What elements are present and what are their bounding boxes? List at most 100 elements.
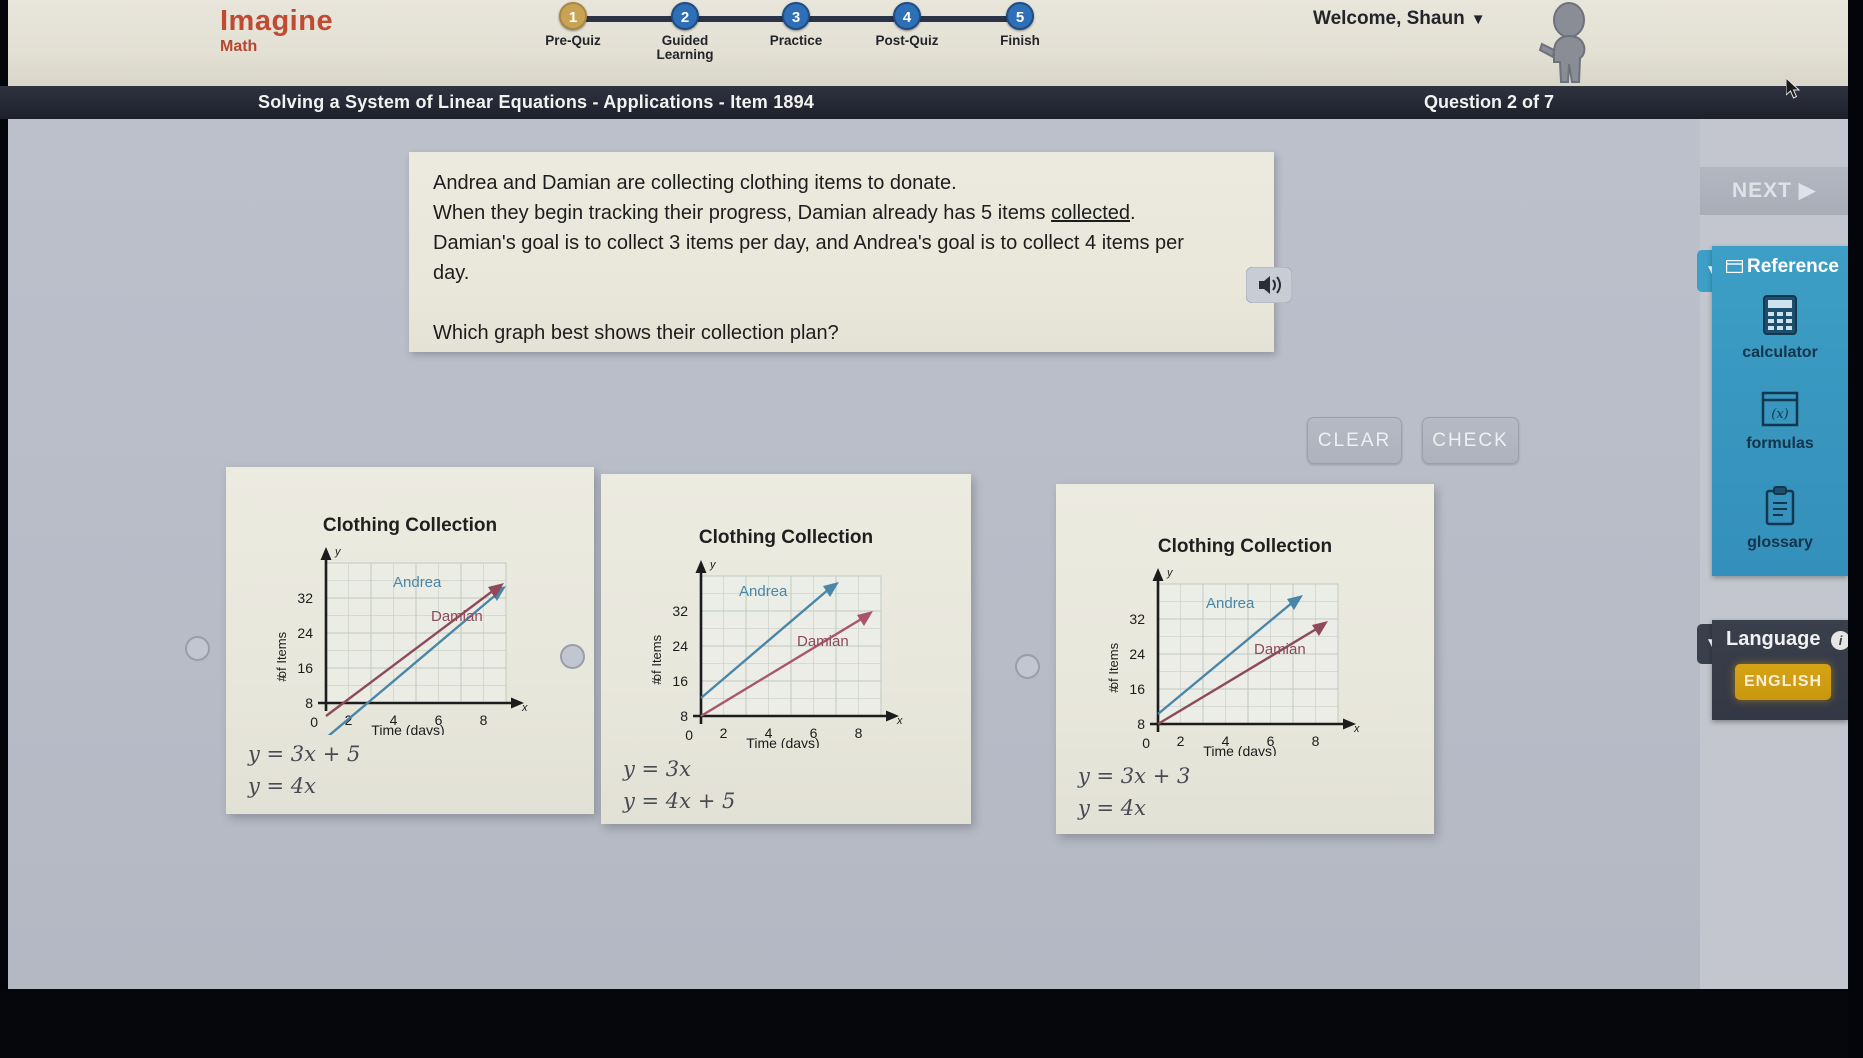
next-arrow-icon: ▶ [1798, 179, 1816, 202]
avatar-figure-icon [1538, 2, 1586, 83]
svg-text:8: 8 [680, 708, 688, 724]
svg-text:Damian: Damian [797, 633, 849, 650]
svg-text:x: x [521, 702, 528, 714]
brand-name-line1: Imagine [220, 5, 334, 37]
reference-label: Reference [1747, 256, 1839, 277]
svg-text:Time (days): Time (days) [746, 735, 819, 748]
svg-text:8: 8 [1137, 716, 1145, 732]
window-icon [1725, 259, 1744, 274]
brand-name-line2: Math [220, 38, 258, 55]
chart-title-c: Clothing Collection [1157, 536, 1333, 557]
svg-text:16: 16 [672, 673, 688, 689]
chart-b: y x 32 24 16 8 0 2 4 6 8 Andrea Damian #… [649, 559, 903, 748]
step-5-label: Finish [1000, 33, 1040, 48]
svg-text:2: 2 [1177, 733, 1185, 749]
next-button[interactable]: NEXT ▶ [1700, 167, 1848, 215]
answer-card-c[interactable]: Clothing Collection y x 32 24 16 8 0 2 4… [1056, 484, 1434, 834]
svg-text:32: 32 [672, 603, 688, 619]
answer-card-a[interactable]: Clothing Collection y x 32 24 16 8 0 4 6… [226, 467, 594, 814]
app-logo: Imagine Math [220, 6, 333, 58]
svg-text:16: 16 [297, 660, 313, 676]
svg-text:x: x [896, 715, 903, 727]
svg-text:24: 24 [297, 625, 313, 641]
welcome-menu[interactable]: Welcome, Shaun ▼ [1313, 8, 1486, 30]
svg-text:y: y [709, 559, 717, 571]
mouse-cursor [1785, 76, 1804, 102]
svg-text:of Items: of Items [649, 634, 664, 681]
svg-text:Damian: Damian [431, 608, 483, 625]
tool-calculator[interactable]: calculator [1712, 294, 1848, 362]
chart-a: y x 32 24 16 8 0 2 4 6 8 [274, 546, 528, 735]
svg-text:x: x [1353, 723, 1360, 735]
svg-text:Time (days): Time (days) [1203, 743, 1276, 756]
radio-choice-c[interactable] [1015, 654, 1040, 679]
svg-text:Andrea: Andrea [739, 583, 788, 600]
step-4-number: 4 [893, 2, 921, 30]
step-1-label: Pre-Quiz [545, 33, 601, 48]
step-pre-quiz[interactable]: 1 Pre-Quiz [528, 2, 618, 48]
step-3-label: Practice [769, 33, 823, 48]
screen-bottom-bezel [0, 989, 1863, 1058]
svg-text:8: 8 [1312, 733, 1320, 749]
svg-text:of Items: of Items [274, 631, 289, 678]
svg-text:0: 0 [1142, 735, 1150, 751]
tool-glossary[interactable]: glossary [1712, 486, 1848, 552]
answer-card-b[interactable]: Clothing Collection y x 32 24 16 8 0 2 4… [601, 474, 971, 824]
svg-text:8: 8 [305, 695, 313, 711]
step-post-quiz[interactable]: 4 Post-Quiz [862, 2, 952, 48]
equation-a-2: y = 4x [248, 774, 317, 798]
step-1-number: 1 [559, 2, 587, 30]
step-finish[interactable]: 5 Finish [975, 2, 1065, 48]
question-workspace: Andrea and Damian are collecting clothin… [0, 119, 1863, 989]
audio-speaker-icon [1245, 266, 1293, 304]
step-guided-learning[interactable]: 2 Guided Learning [640, 2, 730, 62]
language-panel: Language i ENGLISH [1712, 620, 1850, 720]
avatar[interactable] [1528, 0, 1602, 86]
svg-text:24: 24 [672, 638, 688, 654]
next-label: NEXT [1731, 179, 1792, 202]
svg-text:Andrea: Andrea [393, 574, 442, 591]
equation-b-2: y = 4x + 5 [623, 789, 736, 813]
tool-glossary-label: glossary [1747, 534, 1813, 551]
radio-choice-a[interactable] [185, 636, 210, 661]
clear-button[interactable]: CLEAR [1307, 417, 1402, 464]
prompt-line-3: Damian's goal is to collect 3 items per … [433, 232, 1184, 254]
chart-c: y x 32 24 16 8 0 2 4 6 8 Andrea Damian #… [1106, 567, 1360, 756]
equation-c-1: y = 3x + 3 [1078, 764, 1191, 788]
prompt-line-2-b: . [1130, 202, 1136, 224]
step-practice[interactable]: 3 Practice [751, 2, 841, 48]
audio-speaker-button[interactable] [1245, 266, 1293, 304]
question-prompt-card: Andrea and Damian are collecting clothin… [409, 152, 1274, 352]
svg-text:16: 16 [1129, 681, 1145, 697]
radio-choice-b[interactable] [560, 644, 585, 669]
step-2-number: 2 [671, 2, 699, 30]
prompt-question: Which graph best shows their collection … [433, 322, 839, 344]
svg-text:0: 0 [310, 714, 318, 730]
progress-stepper: 1 Pre-Quiz 2 Guided Learning 3 Practice … [528, 2, 1068, 72]
formulas-icon: (x) [1761, 391, 1799, 427]
reference-title-row: Reference [1725, 256, 1839, 278]
chart-title-b: Clothing Collection [698, 527, 874, 548]
svg-text:Andrea: Andrea [1206, 595, 1255, 612]
svg-text:32: 32 [297, 590, 313, 606]
step-3-number: 3 [782, 2, 810, 30]
language-label: Language [1726, 628, 1821, 650]
equation-c-2: y = 4x [1078, 796, 1147, 820]
svg-text:(x): (x) [1771, 407, 1788, 422]
check-button[interactable]: CHECK [1422, 417, 1519, 464]
prompt-line-2-a: When they begin tracking their progress,… [433, 202, 1052, 224]
calculator-icon [1763, 295, 1797, 335]
cursor-arrow-icon [1785, 76, 1801, 99]
step-4-label: Post-Quiz [875, 33, 939, 48]
svg-text:24: 24 [1129, 646, 1145, 662]
prompt-line-2-underlined: collected [1051, 202, 1131, 224]
screen-right-bezel [1848, 0, 1863, 1058]
application-screen: Imagine Math 1 Pre-Quiz 2 Guided Learnin… [0, 0, 1863, 1058]
chevron-down-icon: ▼ [1470, 11, 1486, 28]
tool-formulas[interactable]: (x) formulas [1712, 391, 1848, 453]
tool-calculator-label: calculator [1742, 344, 1818, 361]
equation-a-1: y = 3x + 5 [248, 742, 361, 766]
language-english-button[interactable]: ENGLISH [1735, 664, 1831, 700]
screen-left-bezel [0, 119, 8, 989]
prompt-line-4: day. [433, 262, 470, 284]
